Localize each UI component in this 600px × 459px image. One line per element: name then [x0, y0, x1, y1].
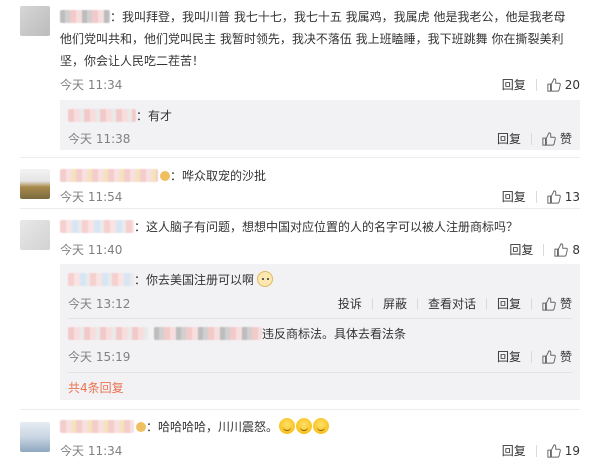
avatar[interactable]	[20, 220, 50, 250]
smile-emoji-icon	[313, 418, 330, 434]
thumbs-up-icon	[547, 77, 561, 92]
like-label: 赞	[559, 297, 572, 311]
reply-button[interactable]: 回复	[497, 295, 521, 312]
comment-divider	[20, 409, 580, 410]
reply-thread: ：你去美国注册可以啊 今天 13:12 投诉 屏蔽 查看对话 回复 赞 违反商标…	[60, 264, 580, 400]
like-label: 赞	[559, 350, 572, 364]
comment-text: ：这人脑子有问题，想想中国对应位置的人的名字可以被人注册商标吗？	[60, 216, 580, 238]
reply-thread: ：有才 今天 11:38 回复 赞	[60, 100, 580, 150]
like-button[interactable]: 8	[554, 243, 580, 257]
more-replies-link[interactable]: 共4条回复	[68, 381, 124, 395]
comment-meta: 今天 11:34 回复 20	[60, 76, 580, 94]
divider	[530, 297, 532, 310]
cat-emoji-icon	[257, 271, 274, 287]
comment-divider	[20, 157, 580, 158]
divider	[543, 243, 545, 256]
divider	[371, 297, 373, 310]
smile-emoji-icon	[279, 418, 296, 434]
reply-button[interactable]: 回复	[502, 188, 526, 205]
divider	[485, 297, 487, 310]
thumbs-up-icon	[542, 296, 556, 311]
username[interactable]	[68, 109, 136, 122]
username[interactable]	[60, 220, 134, 233]
thumbs-up-icon	[554, 242, 569, 257]
reply-text: 违反商标法。具体去看法条	[68, 324, 406, 344]
avatar[interactable]	[20, 6, 50, 36]
comment-meta: 今天 11:40 回复 8	[60, 241, 580, 259]
timestamp: 今天 11:54	[60, 190, 123, 204]
divider	[535, 444, 537, 457]
reply-text: ：有才	[68, 106, 172, 126]
like-button[interactable]: 赞	[542, 295, 572, 312]
reply-meta: 今天 13:12 投诉 屏蔽 查看对话 回复 赞	[68, 295, 572, 313]
avatar[interactable]	[20, 422, 50, 452]
smile-emoji-icon	[296, 418, 313, 434]
like-count: 19	[564, 443, 580, 458]
like-count: 8	[572, 242, 580, 257]
username[interactable]	[60, 420, 134, 433]
like-button[interactable]: 赞	[542, 348, 572, 365]
timestamp: 今天 11:38	[68, 132, 131, 146]
more-replies-row: 共4条回复	[68, 378, 124, 398]
comment-divider	[20, 208, 580, 209]
like-count: 13	[564, 189, 580, 204]
divider	[416, 297, 418, 310]
thumbs-up-icon	[542, 131, 556, 146]
reply-meta: 今天 15:19 回复 赞	[68, 348, 572, 366]
timestamp: 今天 11:34	[60, 78, 123, 92]
username[interactable]	[154, 327, 262, 340]
reply-divider	[68, 372, 572, 373]
reply-text: ：你去美国注册可以啊	[68, 270, 274, 290]
like-button[interactable]: 20	[547, 78, 580, 92]
username[interactable]	[68, 327, 148, 340]
vip-badge-icon	[136, 422, 146, 432]
report-button[interactable]: 投诉	[338, 295, 362, 312]
block-button[interactable]: 屏蔽	[383, 295, 407, 312]
reply-button[interactable]: 回复	[509, 241, 533, 258]
vip-badge-icon	[160, 171, 170, 181]
reply-divider	[68, 318, 572, 319]
reply-button[interactable]: 回复	[497, 130, 521, 147]
timestamp: 今天 11:40	[60, 243, 123, 257]
like-button[interactable]: 赞	[542, 130, 572, 147]
comment-meta: 今天 11:34 回复 19	[60, 442, 580, 459]
comment-text: ：哈哈哈哈，川川震怒。	[60, 416, 580, 438]
divider	[530, 132, 532, 145]
divider	[530, 350, 532, 363]
thumbs-up-icon	[542, 349, 556, 364]
username[interactable]	[60, 10, 110, 23]
timestamp: 今天 15:19	[68, 350, 131, 364]
username[interactable]	[60, 169, 158, 182]
view-conversation-button[interactable]: 查看对话	[428, 295, 476, 312]
thumbs-up-icon	[547, 443, 561, 458]
reply-meta: 今天 11:38 回复 赞	[68, 130, 572, 148]
divider	[535, 78, 537, 91]
divider	[535, 190, 537, 203]
timestamp: 今天 11:34	[60, 444, 123, 458]
comment-text: ：我叫拜登，我叫川普 我七十七，我七十五 我属鸡，我属虎 他是我老公，他是我老母…	[60, 10, 566, 68]
timestamp: 今天 13:12	[68, 297, 131, 311]
thumbs-up-icon	[547, 189, 561, 204]
comment-text: ：哗众取宠的沙批	[60, 165, 580, 187]
reply-button[interactable]: 回复	[502, 76, 526, 93]
like-button[interactable]: 19	[547, 444, 580, 458]
username[interactable]	[68, 273, 134, 286]
like-count: 20	[564, 77, 580, 92]
reply-button[interactable]: 回复	[497, 348, 521, 365]
reply-button[interactable]: 回复	[502, 442, 526, 459]
avatar[interactable]	[20, 169, 50, 199]
comment-meta: 今天 11:54 回复 13	[60, 188, 580, 206]
like-button[interactable]: 13	[547, 190, 580, 204]
like-label: 赞	[559, 132, 572, 146]
